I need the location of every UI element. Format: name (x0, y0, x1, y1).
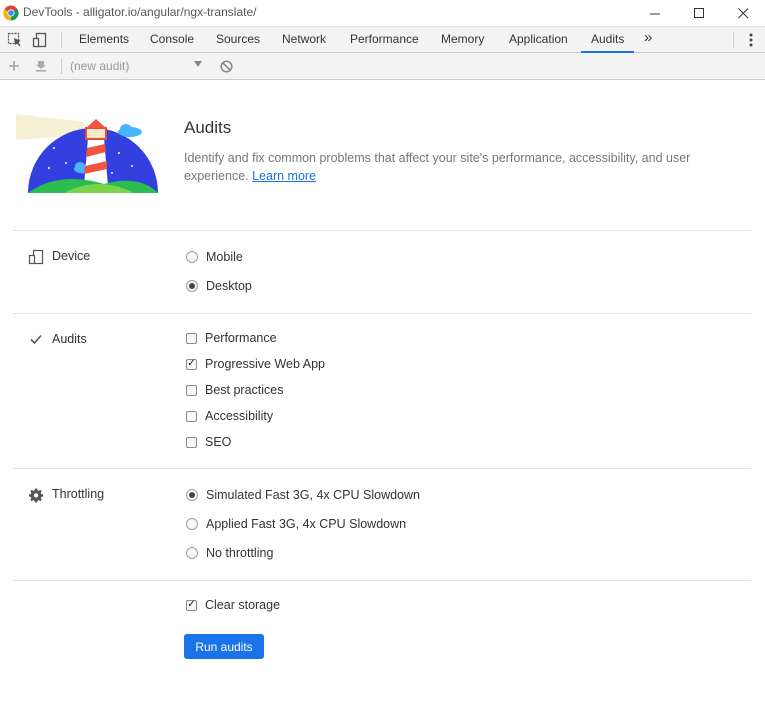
audit-option-performance[interactable]: Performance (186, 331, 277, 345)
add-audit-icon[interactable] (6, 58, 22, 74)
chevron-down-icon[interactable] (194, 61, 202, 67)
page-description: Identify and fix common problems that af… (184, 149, 724, 185)
clear-icon[interactable] (218, 58, 234, 74)
device-icon (27, 248, 45, 266)
lighthouse-logo (16, 114, 158, 193)
option-label: Accessibility (205, 409, 274, 423)
option-label: Desktop (206, 279, 252, 293)
run-audits-button[interactable]: Run audits (184, 634, 264, 659)
device-option-desktop[interactable]: Desktop (186, 279, 252, 293)
tab-elements[interactable]: Elements (78, 27, 130, 53)
checkbox-pwa[interactable]: ✓ (186, 358, 197, 370)
tab-performance[interactable]: Performance (349, 27, 420, 53)
page-title: Audits (184, 118, 232, 137)
maximize-icon (693, 7, 704, 18)
audit-option-seo[interactable]: SEO (186, 435, 231, 449)
tab-network[interactable]: Network (281, 27, 327, 53)
tab-console[interactable]: Console (149, 27, 195, 53)
clear-storage-option[interactable]: ✓ Clear storage (186, 598, 280, 612)
option-label: Best practices (205, 383, 284, 397)
toolbar-divider (61, 32, 62, 48)
radio-no-throttling[interactable] (186, 547, 198, 559)
divider (13, 313, 751, 314)
close-button[interactable] (720, 0, 765, 26)
minimize-button[interactable] (632, 0, 678, 26)
tab-sources[interactable]: Sources (215, 27, 261, 53)
close-icon (737, 7, 748, 18)
option-label: Applied Fast 3G, 4x CPU Slowdown (206, 517, 407, 531)
throttling-label: Throttling (52, 487, 105, 501)
checkbox-best-practices[interactable] (186, 384, 197, 396)
minimize-icon (649, 13, 660, 14)
window-titlebar: DevTools - alligator.io/angular/ngx-tran… (0, 0, 765, 26)
throttling-option-none[interactable]: No throttling (186, 546, 273, 560)
download-icon[interactable] (33, 58, 49, 74)
window-title: DevTools - alligator.io/angular/ngx-tran… (23, 5, 257, 19)
checkbox-seo[interactable] (186, 436, 197, 448)
divider (13, 468, 751, 469)
checkbox-performance[interactable] (186, 332, 197, 344)
learn-more-link[interactable]: Learn more (252, 169, 316, 183)
toolbar-divider (61, 58, 62, 74)
devtools-tabbar: Elements Console Sources Network Perform… (0, 26, 765, 53)
kebab-menu-icon[interactable] (746, 32, 756, 48)
divider (13, 230, 751, 231)
audit-select[interactable]: (new audit) (70, 59, 129, 73)
inspect-element-icon[interactable] (6, 31, 24, 49)
radio-applied-throttling[interactable] (186, 518, 198, 530)
audits-toolbar: (new audit) (0, 53, 765, 80)
throttling-option-applied[interactable]: Applied Fast 3G, 4x CPU Slowdown (186, 517, 406, 531)
more-tabs-icon[interactable]: » (644, 29, 652, 46)
audits-label: Audits (52, 332, 87, 346)
option-label: Simulated Fast 3G, 4x CPU Slowdown (206, 488, 420, 502)
divider (13, 580, 751, 581)
maximize-button[interactable] (676, 0, 722, 26)
audit-option-pwa[interactable]: ✓ Progressive Web App (186, 357, 325, 371)
option-label: Mobile (206, 250, 243, 264)
checkbox-accessibility[interactable] (186, 410, 197, 422)
tab-audits[interactable]: Audits (581, 27, 635, 53)
option-label: Performance (205, 331, 277, 345)
device-label: Device (52, 249, 91, 263)
gear-icon (27, 486, 45, 504)
radio-simulated-throttling[interactable] (186, 489, 198, 501)
audit-option-best-practices[interactable]: Best practices (186, 383, 284, 397)
audit-option-accessibility[interactable]: Accessibility (186, 409, 273, 423)
checkmark-icon (27, 330, 45, 348)
chrome-icon (3, 5, 19, 21)
radio-desktop[interactable] (186, 280, 198, 292)
device-option-mobile[interactable]: Mobile (186, 250, 243, 264)
tab-application[interactable]: Application (508, 27, 569, 53)
radio-mobile[interactable] (186, 251, 198, 263)
checkbox-clear-storage[interactable]: ✓ (186, 599, 197, 611)
option-label: No throttling (206, 546, 274, 560)
throttling-option-simulated[interactable]: Simulated Fast 3G, 4x CPU Slowdown (186, 488, 420, 502)
option-label: Progressive Web App (205, 357, 325, 371)
device-toolbar-icon[interactable] (31, 31, 49, 49)
toolbar-divider (733, 32, 734, 48)
option-label: Clear storage (205, 598, 281, 612)
option-label: SEO (205, 435, 232, 449)
tab-memory[interactable]: Memory (440, 27, 485, 53)
